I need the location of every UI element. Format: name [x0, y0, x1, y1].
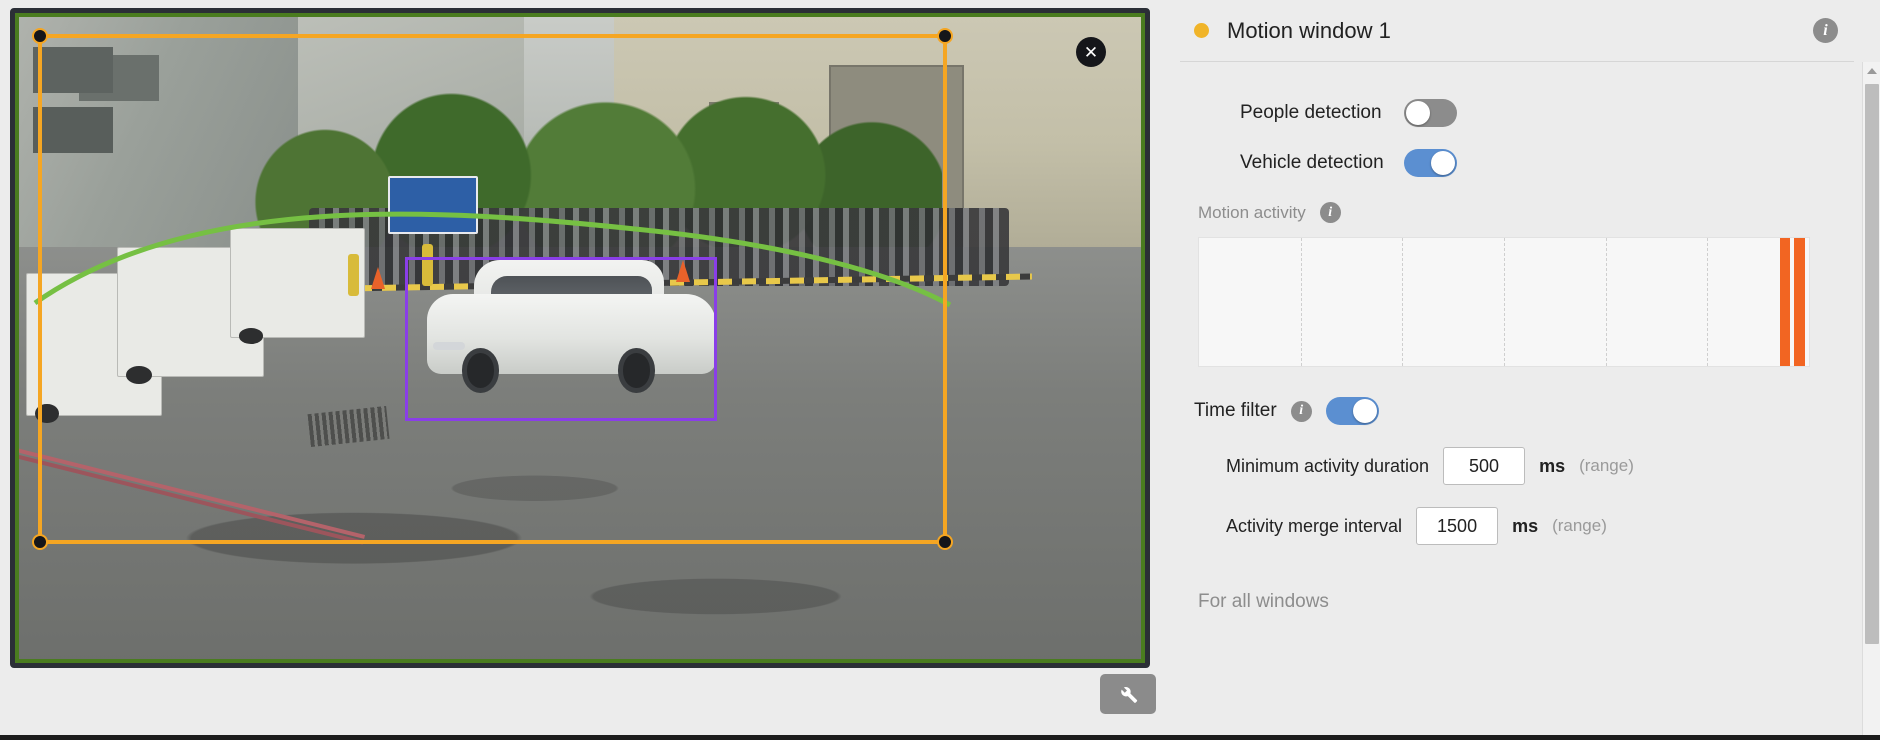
- chart-gridline: [1606, 238, 1607, 366]
- people-detection-row: People detection: [1240, 88, 1840, 138]
- time-filter-info-icon[interactable]: i: [1291, 401, 1312, 422]
- wrench-icon: [1117, 683, 1139, 705]
- close-motion-window-button[interactable]: ✕: [1076, 37, 1106, 67]
- resize-handle-top-left[interactable]: [32, 28, 48, 44]
- people-detection-label: People detection: [1240, 102, 1404, 124]
- time-filter-toggle[interactable]: [1326, 397, 1379, 425]
- people-detection-toggle[interactable]: [1404, 99, 1457, 127]
- chart-gridline: [1504, 238, 1505, 366]
- minimum-activity-duration-label: Minimum activity duration: [1226, 456, 1429, 477]
- page-title: Motion window 1: [1227, 18, 1391, 44]
- motion-activity-info-icon[interactable]: i: [1320, 202, 1341, 223]
- camera-scene-image: [15, 13, 1145, 663]
- vehicle-detection-toggle[interactable]: [1404, 149, 1457, 177]
- for-all-windows-heading: For all windows: [1198, 591, 1840, 613]
- application-root: ✕ Motion window 1 i People detection Veh…: [0, 0, 1880, 740]
- activity-merge-interval-row: Activity merge interval ms (range): [1226, 507, 1840, 545]
- minimum-activity-duration-row: Minimum activity duration ms (range): [1226, 447, 1840, 485]
- minimum-activity-duration-unit: ms: [1539, 456, 1565, 477]
- motion-window-settings-panel: Motion window 1 i People detection Vehic…: [1180, 0, 1880, 740]
- toggle-knob: [1406, 101, 1430, 125]
- resize-handle-bottom-left[interactable]: [32, 534, 48, 550]
- close-icon: ✕: [1084, 44, 1098, 61]
- chevron-up-icon: [1867, 68, 1877, 74]
- time-filter-row: Time filter i: [1194, 397, 1840, 425]
- motion-activity-label: Motion activity: [1198, 203, 1306, 223]
- scrollbar-thumb[interactable]: [1865, 84, 1879, 644]
- panel-header: Motion window 1 i: [1180, 0, 1854, 62]
- motion-activity-header: Motion activity i: [1198, 202, 1840, 223]
- chart-gridline: [1301, 238, 1302, 366]
- time-filter-label: Time filter: [1194, 400, 1277, 422]
- status-dot: [1194, 23, 1209, 38]
- toggle-knob: [1353, 399, 1377, 423]
- activity-merge-interval-unit: ms: [1512, 516, 1538, 537]
- vehicle-detection-label: Vehicle detection: [1240, 152, 1404, 174]
- camera-live-view[interactable]: [10, 8, 1150, 668]
- resize-handle-top-right[interactable]: [937, 28, 953, 44]
- toggle-knob: [1431, 151, 1455, 175]
- motion-window-rectangle[interactable]: [38, 34, 948, 544]
- activity-merge-interval-label: Activity merge interval: [1226, 516, 1402, 537]
- activity-merge-interval-input[interactable]: [1416, 507, 1498, 545]
- window-bottom-edge: [0, 735, 1880, 740]
- video-pane: ✕: [0, 0, 1180, 740]
- chart-bar: [1794, 238, 1804, 366]
- chart-gridline: [1402, 238, 1403, 366]
- scrollbar-up-button[interactable]: [1863, 62, 1880, 80]
- chart-gridline: [1707, 238, 1708, 366]
- chart-bar: [1780, 238, 1790, 366]
- minimum-activity-duration-input[interactable]: [1443, 447, 1525, 485]
- motion-activity-chart: [1198, 237, 1810, 367]
- activity-merge-interval-range-link[interactable]: (range): [1552, 516, 1607, 536]
- panel-scrollbar[interactable]: [1862, 62, 1880, 740]
- vehicle-detection-row: Vehicle detection: [1240, 138, 1840, 188]
- video-tools-button[interactable]: [1100, 674, 1156, 714]
- minimum-activity-duration-range-link[interactable]: (range): [1579, 456, 1634, 476]
- panel-info-icon[interactable]: i: [1813, 18, 1838, 43]
- panel-body: People detection Vehicle detection Motio…: [1180, 62, 1880, 613]
